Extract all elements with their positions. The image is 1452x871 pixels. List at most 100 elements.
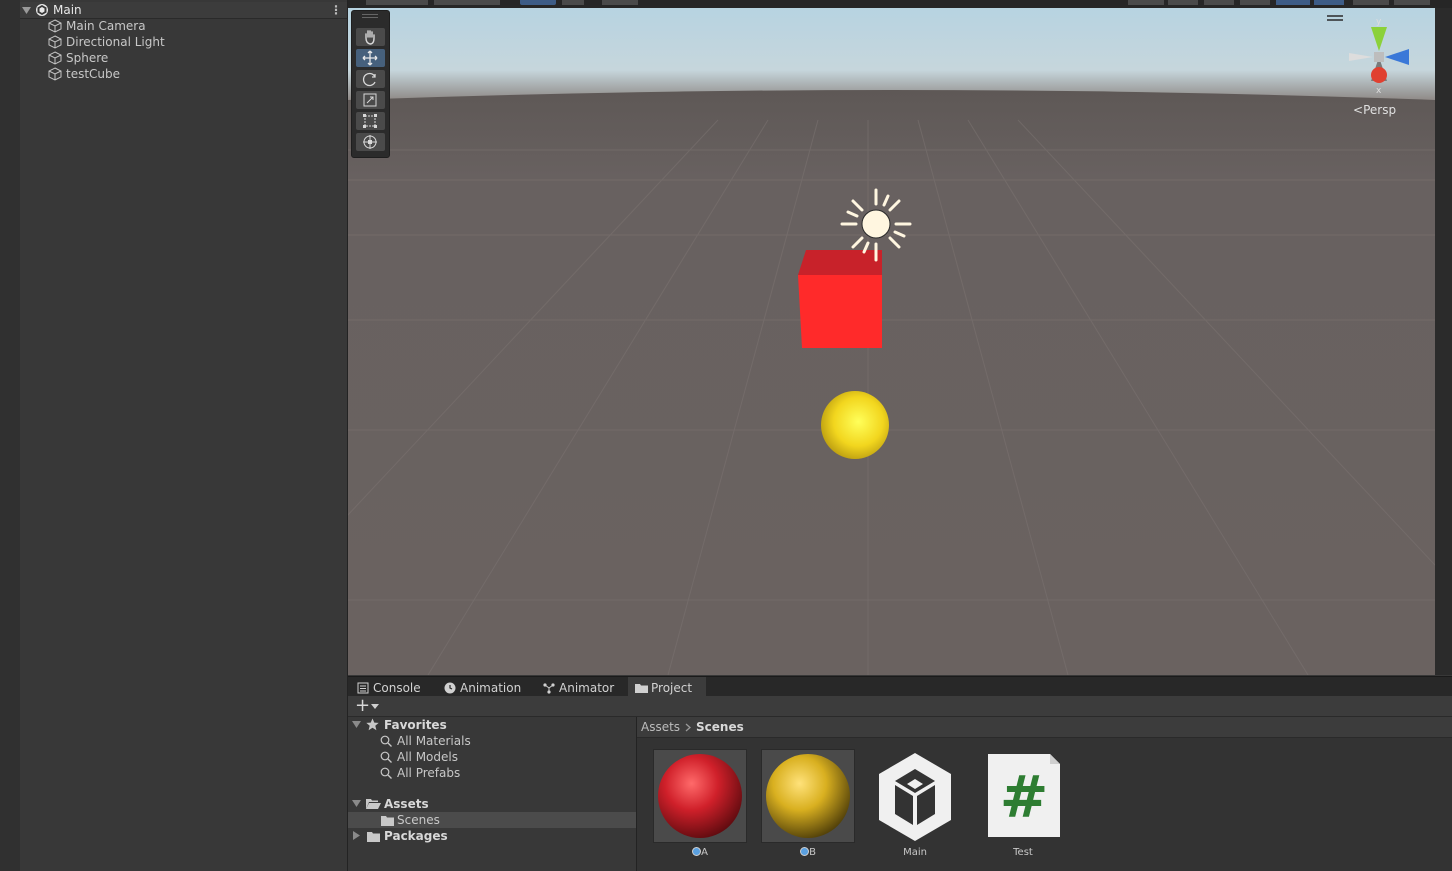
breadcrumb-chevron-icon xyxy=(685,723,691,732)
expand-arrow-icon[interactable] xyxy=(352,721,361,729)
rotate-tool-button[interactable] xyxy=(356,70,385,88)
favorite-item-label: All Models xyxy=(397,750,458,764)
scale-tool-button[interactable] xyxy=(356,91,385,109)
toolbar-button[interactable] xyxy=(1276,0,1310,5)
persp-chevron-icon: < xyxy=(1353,103,1364,117)
more-options-icon[interactable]: ⋮ xyxy=(330,2,342,18)
assets-folder-label: Assets xyxy=(384,797,429,811)
toolbar-button[interactable] xyxy=(1240,0,1270,5)
toolbar-button[interactable] xyxy=(1353,0,1389,5)
hierarchy-item[interactable]: Directional Light xyxy=(48,34,338,50)
packages-folder-row[interactable]: Packages xyxy=(352,828,632,844)
svg-text:x: x xyxy=(1376,86,1382,96)
red-cube[interactable] xyxy=(798,250,882,348)
transform-tool-button[interactable] xyxy=(356,133,385,151)
scene-right-edge xyxy=(1435,0,1452,675)
hierarchy-item[interactable]: testCube xyxy=(48,66,338,82)
material-sphere-icon xyxy=(658,754,742,838)
hand-icon xyxy=(365,30,375,45)
scene-toolbar-strip[interactable] xyxy=(348,0,1452,8)
rotate-icon xyxy=(362,72,376,87)
expand-arrow-icon[interactable] xyxy=(352,800,361,808)
search-icon xyxy=(380,767,392,779)
breadcrumb: Assets Scenes xyxy=(637,717,1452,738)
material-sphere-icon xyxy=(766,754,850,838)
asset-tile[interactable]: A xyxy=(653,749,747,861)
asset-name: A xyxy=(701,847,708,858)
material-badge-icon xyxy=(800,847,810,856)
folder-icon xyxy=(367,832,380,842)
scenes-folder-row[interactable]: Scenes xyxy=(348,812,636,828)
move-tool-button[interactable] xyxy=(356,49,385,67)
console-icon xyxy=(357,682,369,694)
gameobject-cube-icon xyxy=(48,35,62,49)
toolbar-button[interactable] xyxy=(520,0,556,5)
packages-folder-label: Packages xyxy=(384,829,448,843)
breadcrumb-current[interactable]: Scenes xyxy=(696,717,744,737)
hierarchy-item-label: Directional Light xyxy=(66,35,165,49)
toolbar-button[interactable] xyxy=(1168,0,1198,5)
bottom-tab-bar: Console Animation Animator Project xyxy=(348,676,1452,697)
collapsed-arrow-icon[interactable] xyxy=(353,831,361,840)
favorite-item[interactable]: All Models xyxy=(380,749,630,765)
gameobject-cube-icon xyxy=(48,67,62,81)
scale-icon xyxy=(363,93,377,107)
tab-project[interactable]: Project xyxy=(628,677,706,697)
hierarchy-gutter xyxy=(0,0,20,871)
hand-tool-button[interactable] xyxy=(356,28,385,46)
transform-gizmo-icon xyxy=(363,135,377,149)
toolbar-button[interactable] xyxy=(1394,0,1430,5)
scenes-folder-label: Scenes xyxy=(397,813,440,827)
favorites-label: Favorites xyxy=(384,718,447,732)
hierarchy-item-label: testCube xyxy=(66,67,121,81)
scene-root-row[interactable]: Main ⋮ xyxy=(22,2,347,18)
dropdown-arrow-icon xyxy=(371,704,379,709)
scene-viewport[interactable]: y x xyxy=(348,0,1435,675)
open-folder-icon xyxy=(366,799,381,809)
palette-grip[interactable] xyxy=(362,17,378,18)
toolbar-button[interactable] xyxy=(602,0,638,5)
hierarchy-item[interactable]: Sphere xyxy=(48,50,338,66)
hierarchy-panel xyxy=(0,0,348,871)
scene-view[interactable]: y x <Persp xyxy=(348,0,1435,675)
asset-tile[interactable]: # Test xyxy=(976,749,1070,861)
hierarchy-item-label: Main Camera xyxy=(66,19,146,33)
toolbar-button[interactable] xyxy=(434,0,500,5)
gameobject-cube-icon xyxy=(48,51,62,65)
animator-graph-icon xyxy=(543,683,555,694)
favorite-item[interactable]: All Materials xyxy=(380,733,630,749)
breadcrumb-root[interactable]: Assets xyxy=(641,717,680,737)
clock-icon xyxy=(444,682,456,694)
unity-logo-icon xyxy=(879,753,951,841)
favorite-item-label: All Prefabs xyxy=(397,766,461,780)
create-add-button[interactable]: + xyxy=(354,695,382,716)
svg-text:y: y xyxy=(1376,17,1382,27)
palette-grip[interactable] xyxy=(362,14,378,15)
favorites-row[interactable]: Favorites xyxy=(352,717,632,733)
toolbar-button[interactable] xyxy=(1128,0,1164,5)
toolbar-button[interactable] xyxy=(366,0,428,5)
project-toolbar: + xyxy=(348,695,1452,717)
script-glyph: # xyxy=(999,763,1049,831)
rect-tool-button[interactable] xyxy=(356,112,385,130)
plus-icon: + xyxy=(355,695,371,716)
yellow-sphere[interactable] xyxy=(821,391,889,459)
toolbar-button[interactable] xyxy=(562,0,584,5)
asset-tile[interactable]: Main xyxy=(868,749,962,861)
hierarchy-item[interactable]: Main Camera xyxy=(48,18,338,34)
assets-folder-row[interactable]: Assets xyxy=(352,796,632,812)
favorite-item-label: All Materials xyxy=(397,734,471,748)
tab-animation[interactable]: Animation xyxy=(441,677,531,697)
asset-name: B xyxy=(809,847,816,858)
skybox xyxy=(348,0,1435,100)
expand-arrow-icon[interactable] xyxy=(22,6,31,15)
tab-console[interactable]: Console xyxy=(354,677,434,697)
toolbar-button[interactable] xyxy=(1204,0,1234,5)
toolbar-button[interactable] xyxy=(1314,0,1344,5)
search-icon xyxy=(380,735,392,747)
tab-animator[interactable]: Animator xyxy=(540,677,620,697)
favorite-item[interactable]: All Prefabs xyxy=(380,765,630,781)
asset-tile[interactable]: B xyxy=(761,749,855,861)
projection-toggle[interactable]: <Persp xyxy=(1353,103,1396,117)
tools-palette[interactable] xyxy=(351,10,390,158)
